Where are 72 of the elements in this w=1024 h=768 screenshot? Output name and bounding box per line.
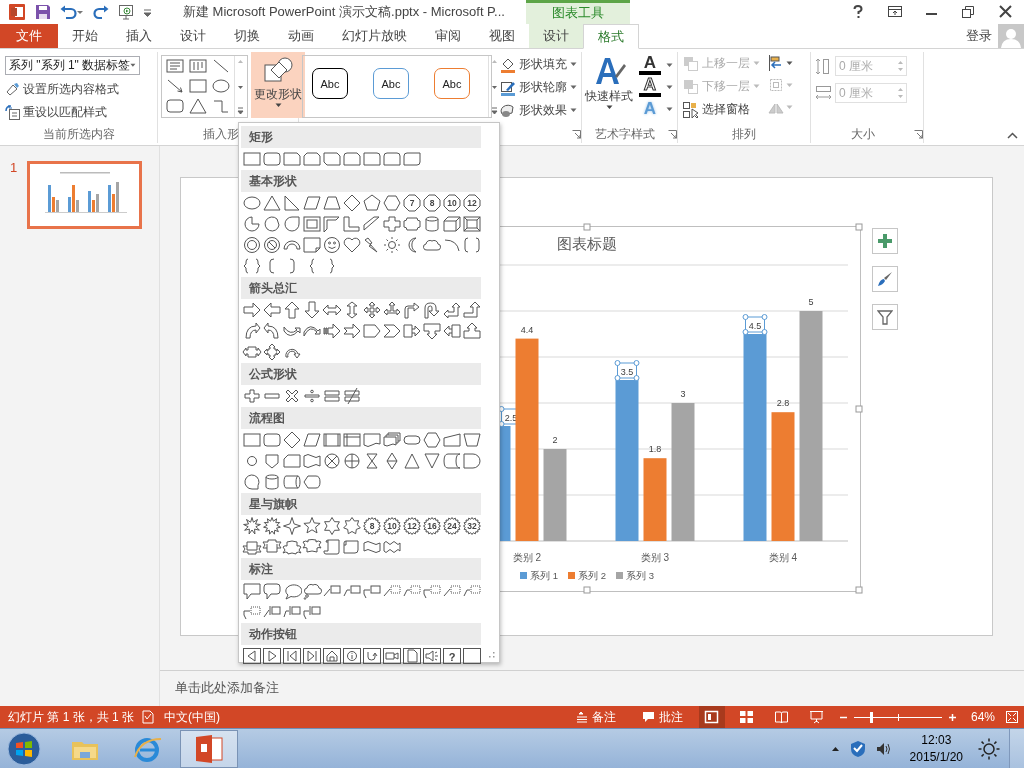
ribbon-tab[interactable]: 文件 — [0, 24, 58, 48]
group-label: 当前所选内容 — [41, 126, 116, 143]
chart-title[interactable]: 图表标题 — [557, 235, 617, 252]
numbered-polygon-icon[interactable]: 7 — [402, 194, 422, 212]
style-preset[interactable]: Abc — [373, 68, 409, 99]
gallery-section-header: 星与旗帜 — [241, 493, 481, 515]
ribbon-tab[interactable]: 设计 — [529, 24, 583, 48]
data-label[interactable]: 2.8 — [776, 398, 790, 409]
ribbon-command[interactable]: 形状轮廓 — [495, 76, 582, 99]
group-label: 排列 — [731, 126, 757, 143]
text-style-button[interactable]: A — [636, 54, 676, 76]
gallery-section-header: 标注 — [241, 558, 481, 580]
legend-label[interactable]: 系列 3 — [626, 570, 654, 581]
slide-number: 1 — [8, 161, 19, 175]
selection-dropdown[interactable]: 系列 "系列 1" 数据标签 — [5, 56, 140, 75]
data-label[interactable]: 4.4 — [520, 324, 534, 335]
gallery-section-header: 动作按钮 — [241, 623, 481, 645]
data-label[interactable]: 3 — [680, 389, 686, 399]
ribbon-tab[interactable]: 格式 — [583, 24, 639, 49]
ribbon-command[interactable]: 选择窗格 — [678, 98, 765, 121]
clock-date[interactable]: 2015/1/20 — [909, 748, 963, 766]
ribbon-tab[interactable]: 幻灯片放映 — [328, 24, 421, 48]
comments-button[interactable]: 批注 — [633, 708, 691, 726]
numbered-star-icon[interactable]: 8 — [362, 517, 382, 535]
sign-in-link[interactable]: 登录 — [966, 24, 998, 48]
ribbon-tab[interactable]: 插入 — [112, 24, 166, 48]
zoom-level[interactable]: 64% — [962, 710, 1003, 724]
axis-label: 类别 2 — [512, 552, 542, 563]
legend-label[interactable]: 系列 2 — [578, 570, 606, 581]
gallery-section-header: 基本形状 — [241, 170, 481, 192]
numbered-star-icon[interactable]: 10 — [382, 517, 402, 535]
ribbon-tab[interactable]: 开始 — [58, 24, 112, 48]
axis-label: 类别 4 — [768, 552, 798, 563]
window-title: 新建 Microsoft PowerPoint 演示文稿.pptx - Microsoft P... — [182, 3, 506, 21]
axis-label: 类别 3 — [640, 552, 670, 563]
gallery-section-header: 矩形 — [241, 126, 481, 148]
numbered-star-icon[interactable]: 24 — [442, 517, 462, 535]
numbered-polygon-icon[interactable]: 8 — [422, 194, 442, 212]
numbered-polygon-icon[interactable]: 10 — [442, 194, 462, 212]
change-shape-button[interactable]: 更改形状 — [251, 52, 305, 118]
gallery-section-header: 流程图 — [241, 407, 481, 429]
clock-time[interactable]: 12:03 — [921, 731, 952, 749]
style-preset[interactable]: Abc — [434, 68, 470, 99]
numbered-star-icon[interactable]: 16 — [422, 517, 442, 535]
help-button-icon[interactable]: ? — [442, 647, 462, 665]
quick-styles-button[interactable]: 快速样式 — [582, 52, 636, 118]
data-label[interactable]: 2 — [552, 435, 558, 445]
language-indicator[interactable]: 中文(中国) — [156, 708, 229, 726]
numbered-star-icon[interactable]: 12 — [402, 517, 422, 535]
style-preset[interactable]: Abc — [312, 68, 348, 99]
data-label[interactable]: 1.8 — [648, 444, 662, 455]
gallery-section-header: 箭头总汇 — [241, 277, 481, 299]
ribbon-command[interactable]: 设置所选内容格式 — [0, 78, 145, 101]
group-label: 艺术字样式 — [594, 126, 656, 143]
notes-button[interactable]: 备注 — [567, 708, 624, 726]
ribbon-tab[interactable]: 动画 — [274, 24, 328, 48]
data-label[interactable]: 5 — [808, 297, 814, 307]
ribbon-tab[interactable]: 切换 — [220, 24, 274, 48]
legend-label[interactable]: 系列 1 — [530, 570, 558, 581]
numbered-polygon-icon[interactable]: 12 — [462, 194, 482, 212]
ribbon-command[interactable]: 重设以匹配样式 — [0, 101, 145, 124]
ribbon-tab[interactable]: 视图 — [475, 24, 529, 48]
group-label: 插入形 — [203, 126, 239, 143]
ribbon-tab[interactable]: 设计 — [166, 24, 220, 48]
ribbon-command[interactable]: 形状效果 — [495, 99, 582, 122]
slide-counter: 幻灯片 第 1 张，共 1 张 — [7, 708, 136, 726]
ribbon-command[interactable]: 形状填充 — [495, 53, 582, 76]
gallery-section-header: 公式形状 — [241, 363, 481, 385]
numbered-star-icon[interactable]: 32 — [462, 517, 482, 535]
group-label: 大小 — [849, 126, 876, 143]
context-tab-group-label: 图表工具 — [526, 0, 630, 24]
ribbon-tab[interactable]: 审阅 — [421, 24, 475, 48]
